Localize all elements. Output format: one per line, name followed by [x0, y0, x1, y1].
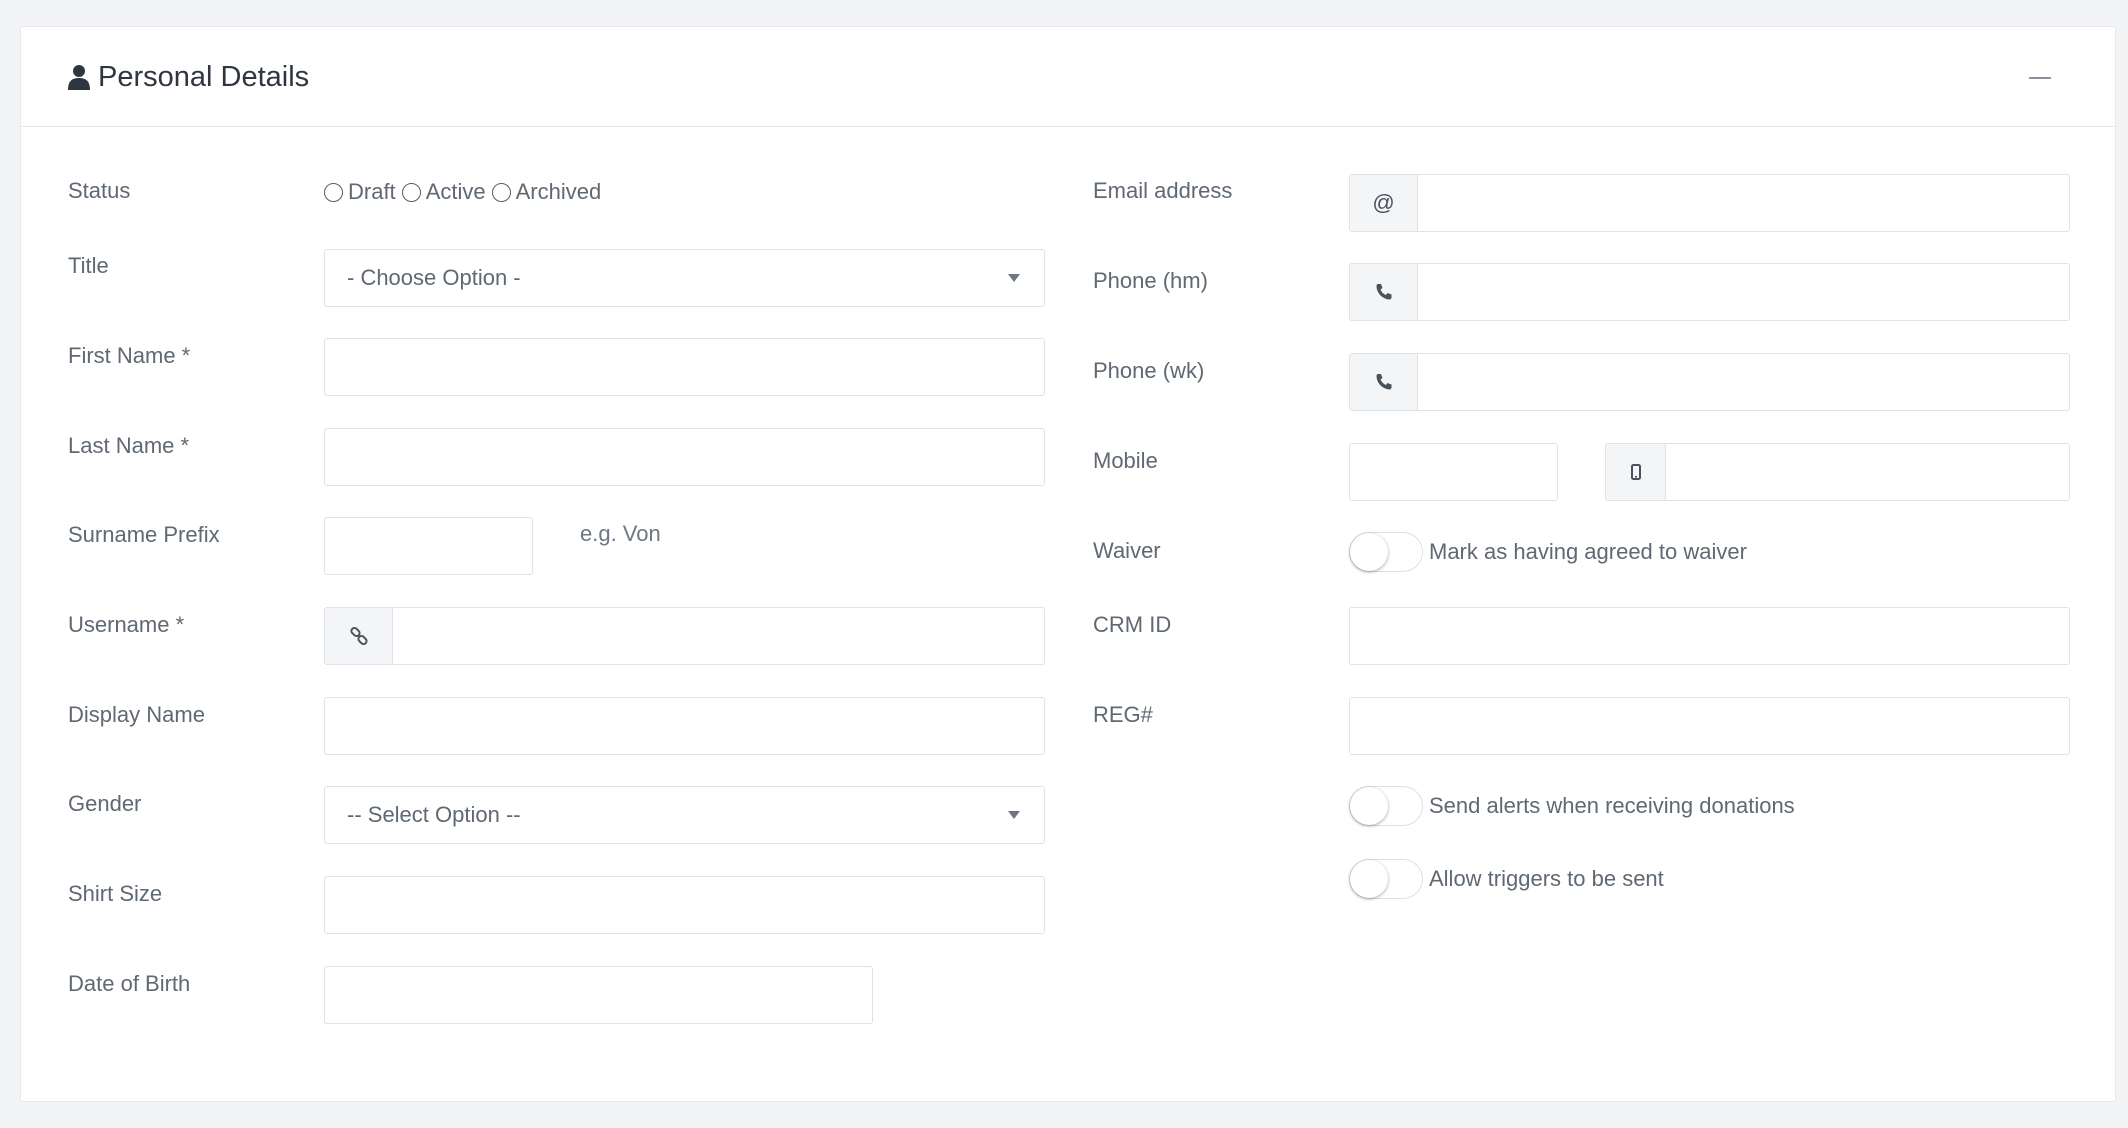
phone-wk-label: Phone (wk)	[1093, 358, 1205, 383]
radio-label: Active	[425, 179, 486, 204]
phone-hm-addon	[1350, 264, 1418, 320]
reg-field	[1349, 697, 2070, 755]
status-radio-draft[interactable]: Draft	[324, 179, 396, 205]
surname-prefix-input[interactable]	[325, 518, 532, 574]
panel-title-text: Personal Details	[98, 60, 310, 93]
triggers-toggle[interactable]	[1349, 859, 1423, 899]
toggle-knob	[1350, 533, 1388, 571]
mobile-number-field	[1605, 443, 2070, 501]
surname-prefix-label: Surname Prefix	[68, 522, 220, 547]
phone-icon	[1376, 284, 1391, 300]
crm-id-field	[1349, 607, 2070, 665]
triggers-toggle-row: Allow triggers to be sent	[1349, 859, 1664, 899]
shirt-size-label: Shirt Size	[68, 881, 163, 906]
mobile-number-input[interactable]	[1666, 444, 2069, 500]
chevron-down-icon	[1008, 274, 1020, 282]
status-radio-group: Draft Active Archived	[324, 179, 607, 205]
waiver-label: Waiver	[1093, 538, 1161, 563]
user-icon	[68, 65, 90, 90]
username-label: Username *	[68, 612, 185, 637]
mobile-label: Mobile	[1093, 448, 1158, 473]
title-label: Title	[68, 253, 109, 278]
shirt-size-input[interactable]	[325, 877, 1044, 933]
email-label: Email address	[1093, 178, 1233, 203]
dob-input[interactable]	[325, 967, 872, 1023]
toggle-knob	[1350, 787, 1388, 825]
username-field	[324, 607, 1045, 665]
chevron-down-icon	[1008, 811, 1020, 819]
last-name-field	[324, 428, 1045, 486]
title-select-value: - Choose Option -	[347, 265, 521, 290]
radio-circle[interactable]	[491, 182, 511, 202]
phone-hm-label: Phone (hm)	[1093, 268, 1208, 293]
first-name-input[interactable]	[325, 339, 1044, 395]
waiver-toggle-label: Mark as having agreed to waiver	[1429, 539, 1747, 564]
panel-title: Personal Details	[68, 57, 309, 97]
last-name-label: Last Name *	[68, 433, 190, 458]
mobile-icon	[1630, 464, 1641, 480]
status-radio-active[interactable]: Active	[401, 179, 486, 205]
display-name-input[interactable]	[325, 698, 1044, 754]
alerts-toggle-row: Send alerts when receiving donations	[1349, 786, 1795, 826]
waiver-toggle-row: Mark as having agreed to waiver	[1349, 532, 1747, 572]
email-input[interactable]	[1418, 175, 2069, 231]
email-field: @	[1349, 174, 2070, 232]
dob-label: Date of Birth	[68, 971, 191, 996]
radio-circle[interactable]	[324, 182, 343, 202]
reg-input[interactable]	[1350, 698, 2069, 754]
radio-label: Archived	[515, 179, 602, 204]
last-name-input[interactable]	[325, 429, 1044, 485]
gender-select[interactable]: -- Select Option --	[324, 786, 1045, 844]
mobile-code-input[interactable]	[1350, 444, 1557, 500]
phone-icon	[1376, 374, 1391, 390]
triggers-toggle-label: Allow triggers to be sent	[1429, 866, 1664, 891]
status-label: Status	[68, 178, 131, 203]
at-sign-icon: @	[1350, 175, 1418, 231]
personal-details-panel: Personal Details Status Draft Active Arc…	[20, 26, 2116, 1102]
status-radio-archived[interactable]: Archived	[491, 179, 602, 205]
alerts-toggle[interactable]	[1349, 786, 1423, 826]
display-name-label: Display Name	[68, 702, 205, 727]
alerts-toggle-label: Send alerts when receiving donations	[1429, 793, 1795, 818]
phone-hm-field	[1349, 263, 2070, 321]
surname-prefix-field	[324, 517, 533, 575]
first-name-label: First Name *	[68, 343, 191, 368]
title-select[interactable]: - Choose Option -	[324, 249, 1045, 307]
radio-circle[interactable]	[401, 182, 421, 202]
username-input[interactable]	[393, 608, 1044, 664]
waiver-toggle[interactable]	[1349, 532, 1423, 572]
phone-wk-field	[1349, 353, 2070, 411]
toggle-knob	[1350, 860, 1388, 898]
collapse-button[interactable]	[2027, 65, 2053, 91]
username-addon	[325, 608, 393, 664]
crm-id-label: CRM ID	[1093, 612, 1172, 637]
first-name-field	[324, 338, 1045, 396]
reg-label: REG#	[1093, 702, 1153, 727]
phone-hm-input[interactable]	[1418, 264, 2069, 320]
link-icon	[349, 626, 368, 646]
mobile-addon	[1606, 444, 1666, 500]
surname-prefix-hint: e.g. Von	[580, 521, 661, 546]
display-name-field	[324, 697, 1045, 755]
gender-select-value: -- Select Option --	[347, 802, 521, 827]
gender-label: Gender	[68, 791, 142, 816]
radio-label: Draft	[348, 179, 396, 204]
mobile-code-field	[1349, 443, 1558, 501]
dob-field	[324, 966, 873, 1024]
phone-wk-input[interactable]	[1418, 354, 2069, 410]
crm-id-input[interactable]	[1350, 608, 2069, 664]
phone-wk-addon	[1350, 354, 1418, 410]
panel-header: Personal Details	[21, 27, 2115, 127]
shirt-size-field	[324, 876, 1045, 934]
